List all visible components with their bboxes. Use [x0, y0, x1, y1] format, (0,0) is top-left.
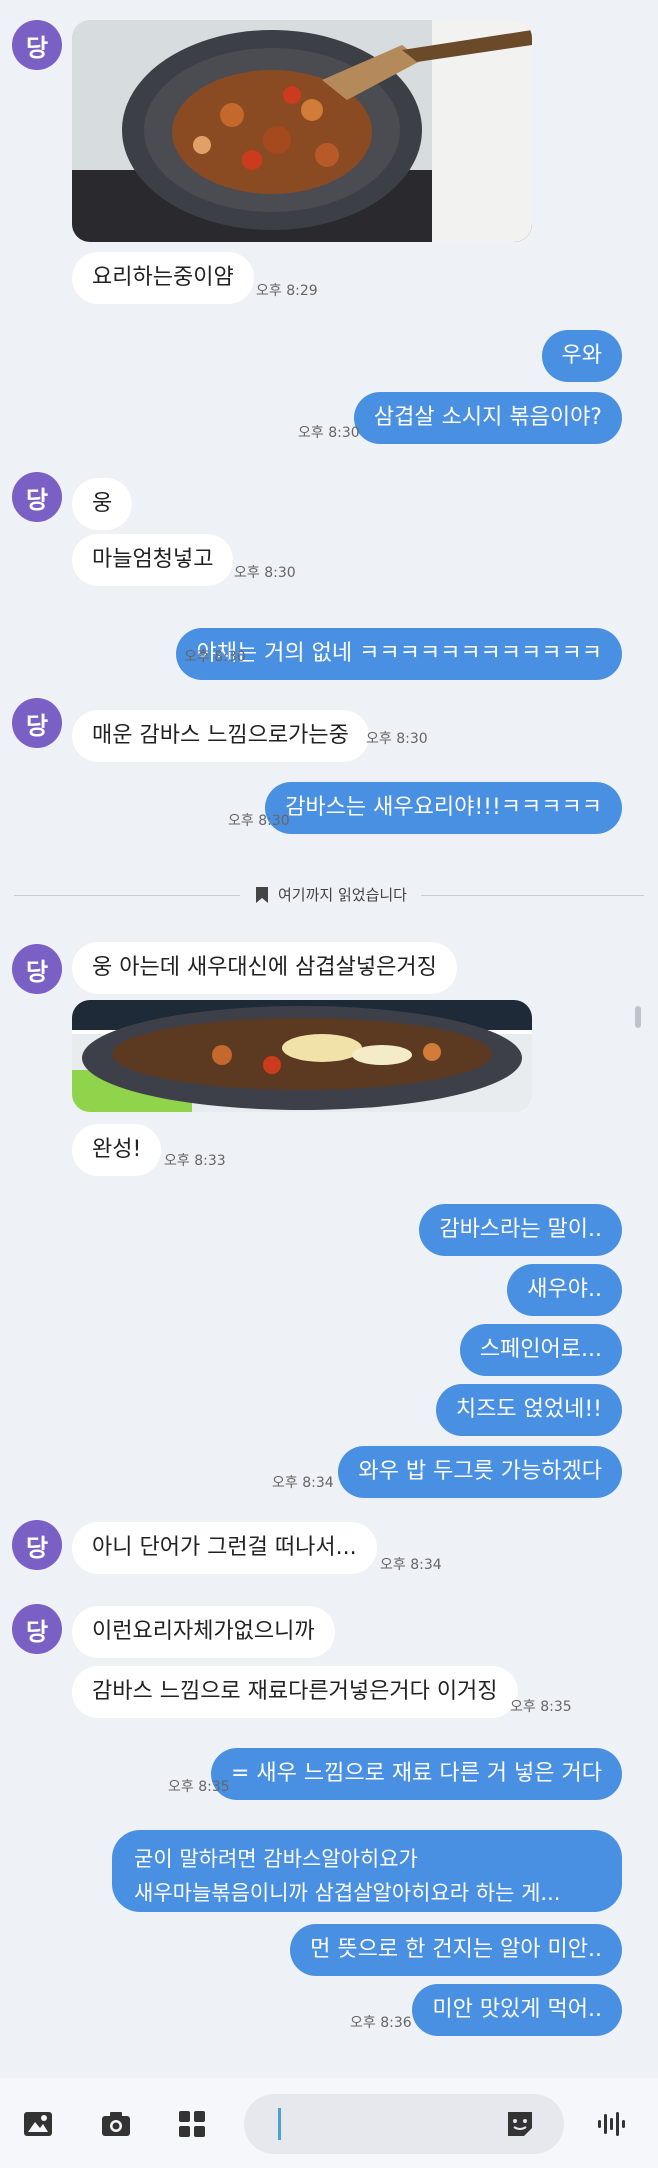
message-bubble[interactable]: 매운 감바스 느낌으로가는중 — [72, 710, 369, 762]
photo-cooking[interactable] — [72, 20, 532, 242]
message-input[interactable] — [244, 2094, 564, 2154]
timestamp: 오후 8:30 — [366, 731, 428, 747]
read-divider: 여기까지 읽었습니다 — [240, 884, 421, 905]
bookmark-icon — [256, 886, 268, 903]
message-bubble[interactable]: 삼겹살 소시지 볶음이야? — [353, 392, 622, 444]
scrollbar-thumb[interactable] — [635, 1006, 641, 1028]
timestamp: 오후 8:29 — [256, 283, 318, 299]
message-bubble-multiline[interactable]: 굳이 말하려면 감바스알아히요가 새우마늘볶음이니까 삼겹살알아히요라 하는 게… — [112, 1830, 622, 1912]
text-cursor — [278, 2108, 281, 2140]
avatar[interactable]: 당 — [12, 698, 62, 748]
input-toolbar — [0, 2078, 658, 2168]
dish-photo-image — [72, 1000, 532, 1112]
timestamp: 오후 8:35 — [510, 1699, 572, 1715]
message-bubble[interactable]: 우와 — [541, 330, 622, 382]
timestamp: 오후 8:34 — [380, 1557, 442, 1573]
grid-icon[interactable] — [176, 2108, 208, 2140]
message-line: 새우마늘볶음이니까 삼겹살알아히요라 하는 게... — [134, 1881, 561, 1905]
message-bubble[interactable]: = 새우 느낌으로 재료 다른 거 넣은 거다 — [211, 1748, 622, 1800]
timestamp: 오후 8:30 — [228, 813, 290, 829]
chat-area[interactable]: 당 요리하는중이얌 오후 8:29 우와 삼겹살 소시지 볶음이야? 오후 8:… — [0, 0, 658, 2078]
message-bubble[interactable]: 치즈도 얹었네!! — [435, 1384, 622, 1436]
pan-photo-image — [72, 20, 532, 242]
message-bubble[interactable]: 감바스 느낌으로 재료다른거넣은거다 이거징 — [72, 1666, 518, 1718]
message-bubble[interactable]: 웅 아는데 새우대신에 삼겹살넣은거징 — [72, 942, 457, 994]
voice-icon[interactable] — [594, 2108, 626, 2140]
timestamp: 오후 8:30 — [184, 649, 246, 665]
camera-icon[interactable] — [100, 2108, 132, 2140]
message-bubble[interactable]: 완성! — [72, 1124, 162, 1176]
image-icon[interactable] — [22, 2108, 54, 2140]
message-bubble[interactable]: 와우 밥 두그릇 가능하겠다 — [338, 1446, 622, 1498]
avatar[interactable]: 당 — [12, 20, 62, 70]
timestamp: 오후 8:36 — [350, 2015, 412, 2031]
message-bubble[interactable]: 웅 — [72, 478, 133, 530]
timestamp: 오후 8:35 — [168, 1779, 230, 1795]
message-bubble[interactable]: 먼 뜻으로 한 건지는 알아 미안.. — [290, 1924, 622, 1976]
message-line: 굳이 말하려면 감바스알아히요가 — [134, 1847, 418, 1871]
timestamp: 오후 8:30 — [234, 565, 296, 581]
avatar[interactable]: 당 — [12, 1604, 62, 1654]
message-bubble[interactable]: 새우야.. — [507, 1264, 622, 1316]
message-bubble[interactable]: 요리하는중이얌 — [72, 252, 254, 304]
timestamp: 오후 8:30 — [298, 425, 360, 441]
message-bubble[interactable]: 감바스라는 말이.. — [419, 1204, 622, 1256]
avatar[interactable]: 당 — [12, 1520, 62, 1570]
timestamp: 오후 8:33 — [164, 1153, 226, 1169]
message-bubble[interactable]: 마늘엄청넣고 — [72, 534, 234, 586]
message-bubble[interactable]: 이런요리자체가없으니까 — [72, 1606, 335, 1658]
message-bubble[interactable]: 아니 단어가 그런걸 떠나서... — [72, 1522, 377, 1574]
read-divider-label: 여기까지 읽었습니다 — [278, 886, 407, 904]
message-bubble[interactable]: 미안 맛있게 먹어.. — [412, 1984, 622, 2036]
timestamp: 오후 8:34 — [272, 1475, 334, 1491]
avatar[interactable]: 당 — [12, 944, 62, 994]
photo-finished-dish[interactable] — [72, 1000, 532, 1112]
message-bubble[interactable]: 감바스는 새우요리야!!!ㅋㅋㅋㅋㅋ — [265, 782, 622, 834]
message-bubble[interactable]: 스페인어로... — [459, 1324, 622, 1376]
sticker-icon[interactable] — [504, 2108, 536, 2140]
avatar[interactable]: 당 — [12, 472, 62, 522]
